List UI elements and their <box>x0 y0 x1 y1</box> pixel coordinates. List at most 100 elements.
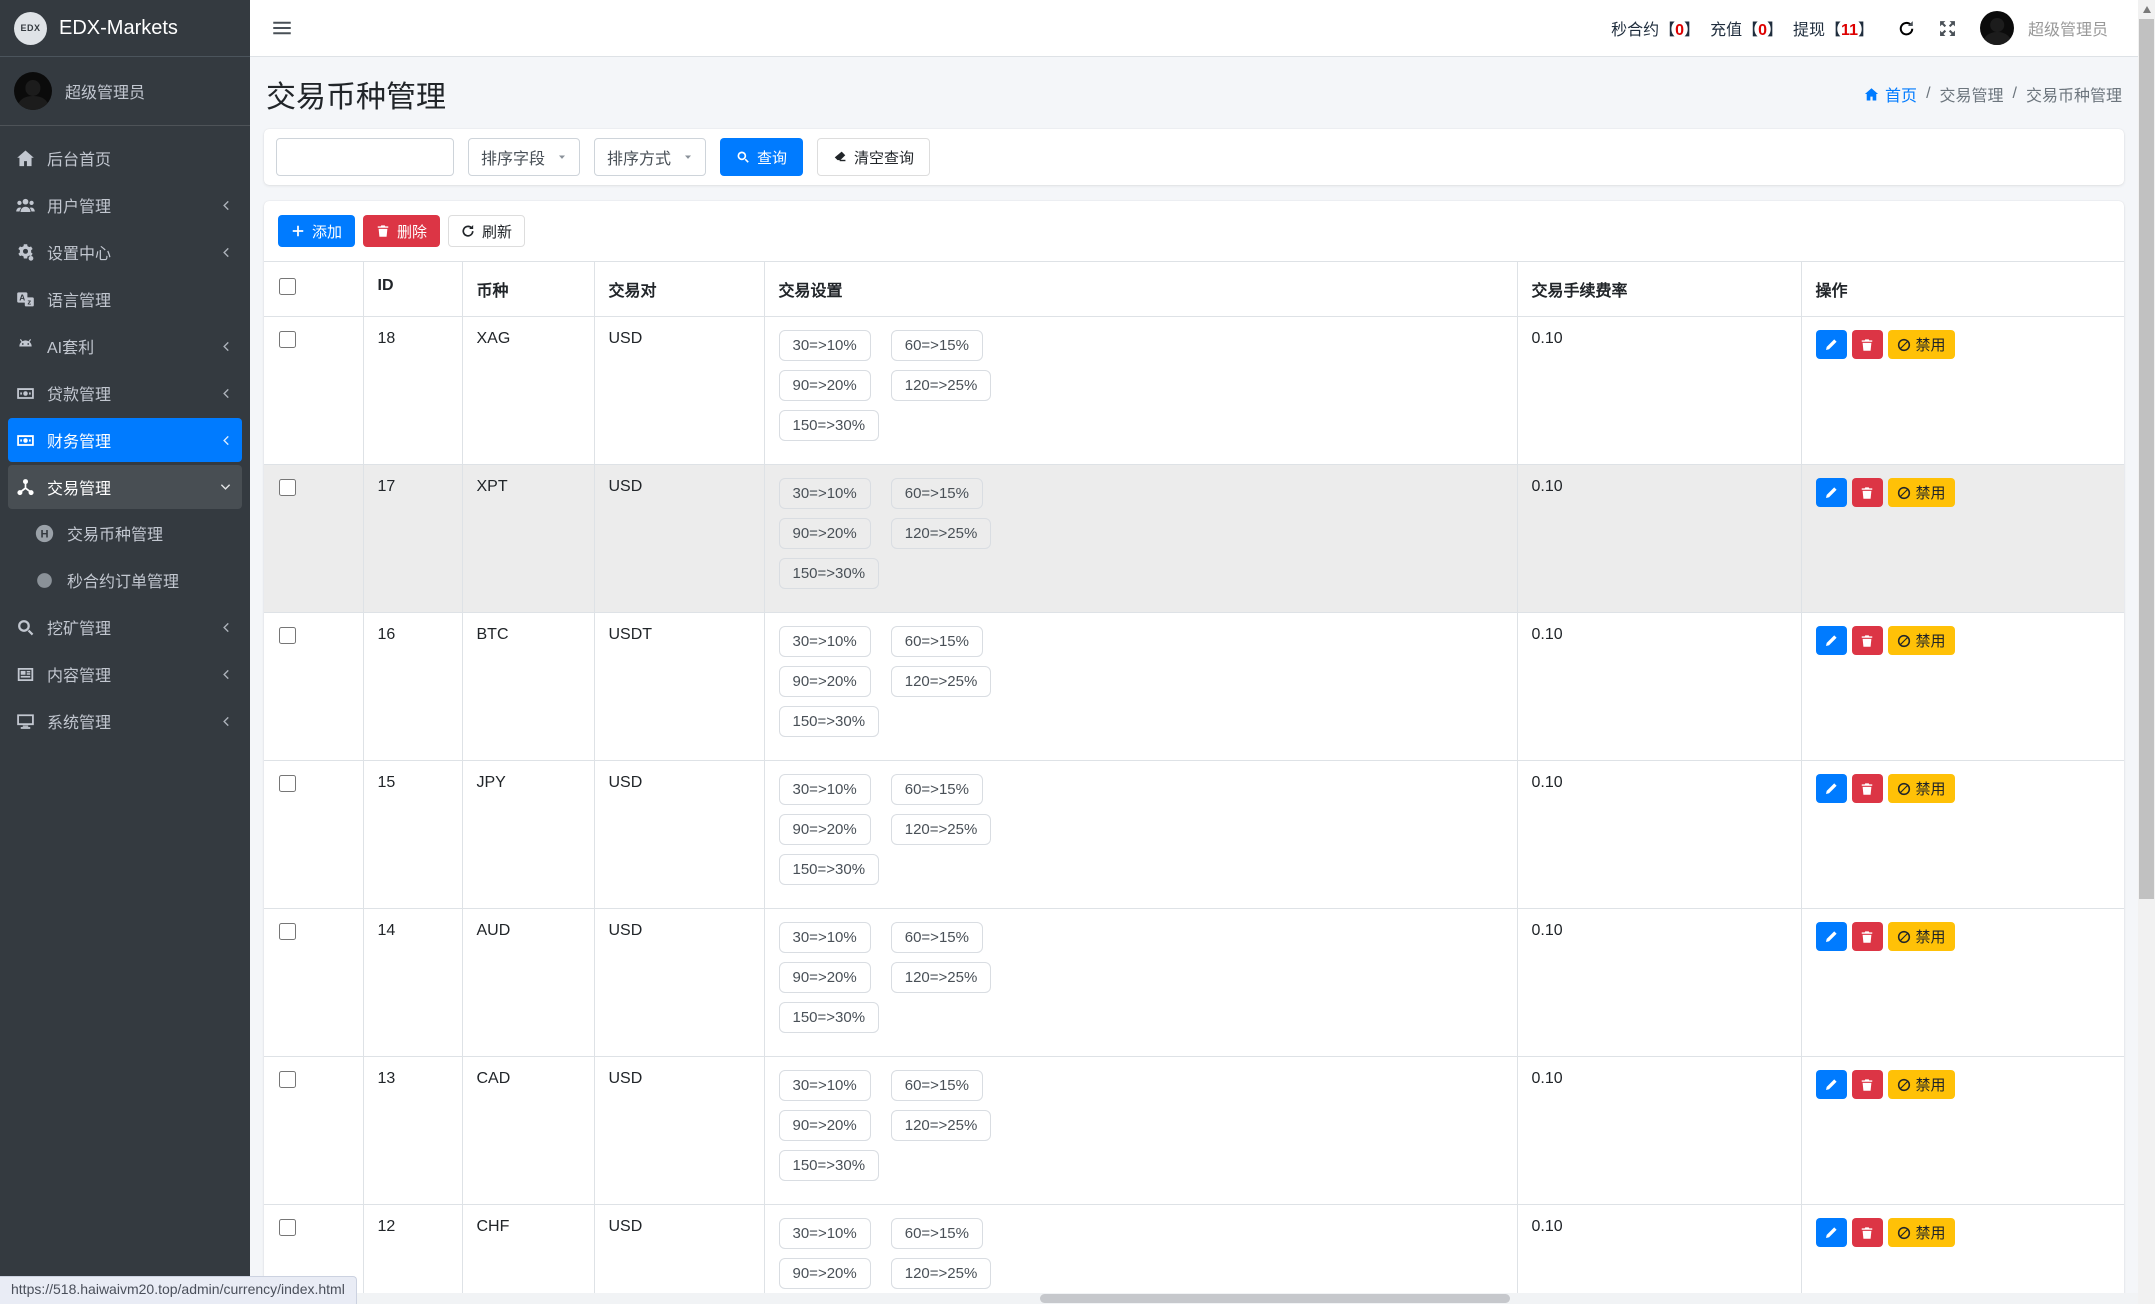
horizontal-scrollbar-thumb[interactable] <box>1040 1294 1510 1303</box>
select-all-checkbox[interactable] <box>279 278 296 295</box>
trade-setting-chip: 150=>30% <box>778 1150 880 1181</box>
row-checkbox[interactable] <box>279 775 296 792</box>
sidebar-item-finance[interactable]: 财务管理 <box>8 418 242 462</box>
edit-button[interactable] <box>1815 1070 1847 1099</box>
row-checkbox[interactable] <box>279 627 296 644</box>
header-settings: 交易设置 <box>763 261 1518 317</box>
sidebar-user-panel[interactable]: 超级管理员 <box>0 57 250 126</box>
breadcrumb-item: 交易币种管理 <box>2025 88 2122 105</box>
trash-icon <box>1860 338 1874 352</box>
trade-setting-chip: 60=>15% <box>890 1070 983 1101</box>
disable-button[interactable]: 禁用 <box>1887 626 1955 655</box>
refresh-table-button[interactable]: 刷新 <box>448 215 526 247</box>
brand-name: EDX-Markets <box>59 16 178 39</box>
edit-button[interactable] <box>1815 626 1847 655</box>
table-header-row: ID 币种 交易对 交易设置 交易手续费率 操作 <box>264 261 2124 317</box>
sidebar-item-system[interactable]: 系统管理 <box>8 699 242 743</box>
fullscreen-button[interactable] <box>1939 20 1956 37</box>
sidebar-item-ai[interactable]: AI套利 <box>8 324 242 368</box>
row-checkbox[interactable] <box>279 1219 296 1236</box>
trash-icon <box>1860 634 1874 648</box>
breadcrumb-item[interactable]: 首页 <box>1864 82 1917 106</box>
trade-settings: 30=>10% 60=>15% 90=>20% 120=>25% 150=>30% <box>778 478 1041 598</box>
cell-fee: 0.10 <box>1516 760 1802 909</box>
cell-pair: USD <box>593 464 765 613</box>
navbar-stats[interactable]: 秒合约【0】 充值【0】 提现【11】 <box>1611 16 1874 40</box>
disable-button[interactable]: 禁用 <box>1887 1218 1955 1247</box>
notification-stat[interactable]: 秒合约【0】 <box>1611 16 1700 40</box>
vertical-scrollbar-thumb[interactable] <box>2139 19 2154 899</box>
cell-currency: XPT <box>461 464 595 613</box>
edit-button[interactable] <box>1815 478 1847 507</box>
sort-order-select[interactable]: 排序方式 <box>594 138 707 176</box>
search-input[interactable] <box>276 138 454 176</box>
page-title: 交易币种管理 <box>266 81 446 114</box>
edit-button[interactable] <box>1815 330 1847 359</box>
sidebar-item-mining[interactable]: 挖矿管理 <box>8 605 242 649</box>
table-card: 添加 删除 刷新 ID 币种 交易对 交易设置 交易手续费率 操作 18 XAG… <box>264 201 2124 1304</box>
row-checkbox[interactable] <box>279 923 296 940</box>
ban-icon <box>1897 338 1911 352</box>
sidebar-item-users[interactable]: 用户管理 <box>8 183 242 227</box>
disable-button[interactable]: 禁用 <box>1887 1070 1955 1099</box>
trade-setting-chip: 120=>25% <box>890 666 992 697</box>
sidebar-item-language[interactable]: 语言管理 <box>8 277 242 321</box>
sidebar-item: 内容管理 <box>8 652 242 696</box>
cell-currency: BTC <box>461 612 595 761</box>
breadcrumb-separator: / <box>1926 85 1931 102</box>
delete-row-button[interactable] <box>1851 922 1883 951</box>
notification-stat[interactable]: 提现【11】 <box>1793 16 1874 40</box>
ban-icon <box>1897 1226 1911 1240</box>
chevron-icon <box>219 668 232 681</box>
navbar-user-menu[interactable]: 超级管理员 <box>1979 11 2108 45</box>
vertical-scrollbar[interactable] <box>2138 0 2155 1304</box>
brand[interactable]: EDX EDX-Markets <box>0 0 250 57</box>
disable-button[interactable]: 禁用 <box>1887 478 1955 507</box>
top-navbar: 秒合约【0】 充值【0】 提现【11】 超级管理员 <box>250 0 2138 57</box>
edit-button[interactable] <box>1815 922 1847 951</box>
sidebar-item-settings[interactable]: 设置中心 <box>8 230 242 274</box>
delete-row-button[interactable] <box>1851 330 1883 359</box>
delete-row-button[interactable] <box>1851 1218 1883 1247</box>
query-button[interactable]: 查询 <box>720 138 804 176</box>
sidebar-item: 贷款管理 <box>8 371 242 415</box>
delete-row-button[interactable] <box>1851 478 1883 507</box>
trade-settings: 30=>10% 60=>15% 90=>20% 120=>25% 150=>30% <box>778 922 1041 1042</box>
sidebar-item-content[interactable]: 内容管理 <box>8 652 242 696</box>
chevron-icon <box>219 199 232 212</box>
disable-button[interactable]: 禁用 <box>1887 330 1955 359</box>
row-checkbox[interactable] <box>279 331 296 348</box>
delete-row-button[interactable] <box>1851 1070 1883 1099</box>
sidebar-item-home[interactable]: 后台首页 <box>8 136 242 180</box>
trash-icon <box>1860 930 1874 944</box>
sidebar-item-loan[interactable]: 贷款管理 <box>8 371 242 415</box>
delete-row-button[interactable] <box>1851 626 1883 655</box>
edit-button[interactable] <box>1815 1218 1847 1247</box>
sidebar-item-contract-order[interactable]: 秒合约订单管理 <box>8 558 242 602</box>
breadcrumb-item: 交易管理 <box>1939 88 2004 105</box>
notification-stat[interactable]: 充值【0】 <box>1710 16 1783 40</box>
clear-query-button[interactable]: 清空查询 <box>817 138 931 176</box>
sort-field-select[interactable]: 排序字段 <box>468 138 581 176</box>
trade-setting-chip: 150=>30% <box>778 1002 880 1033</box>
brand-logo-icon: EDX <box>14 11 47 45</box>
disable-button[interactable]: 禁用 <box>1887 922 1955 951</box>
trash-icon <box>1860 486 1874 500</box>
sidebar-item-trade-currency[interactable]: 交易币种管理 <box>8 511 242 555</box>
trade-setting-chip: 60=>15% <box>890 1218 983 1249</box>
trade-setting-chip: 60=>15% <box>890 626 983 657</box>
edit-button[interactable] <box>1815 774 1847 803</box>
add-button[interactable]: 添加 <box>278 215 356 247</box>
sidebar-item-trade[interactable]: 交易管理 <box>8 465 242 509</box>
sidebar-toggle-button[interactable] <box>272 18 292 38</box>
row-checkbox[interactable] <box>279 1071 296 1088</box>
trade-setting-chip: 150=>30% <box>778 706 880 737</box>
refresh-button[interactable] <box>1898 20 1915 37</box>
trade-setting-chip: 120=>25% <box>890 1258 992 1289</box>
delete-row-button[interactable] <box>1851 774 1883 803</box>
trash-icon <box>1860 782 1874 796</box>
table-row: 18 XAG USD 30=>10% 60=>15% 90=>20% 120=>25%… <box>264 316 2124 465</box>
disable-button[interactable]: 禁用 <box>1887 774 1955 803</box>
row-checkbox[interactable] <box>279 479 296 496</box>
delete-button[interactable]: 删除 <box>363 215 441 247</box>
